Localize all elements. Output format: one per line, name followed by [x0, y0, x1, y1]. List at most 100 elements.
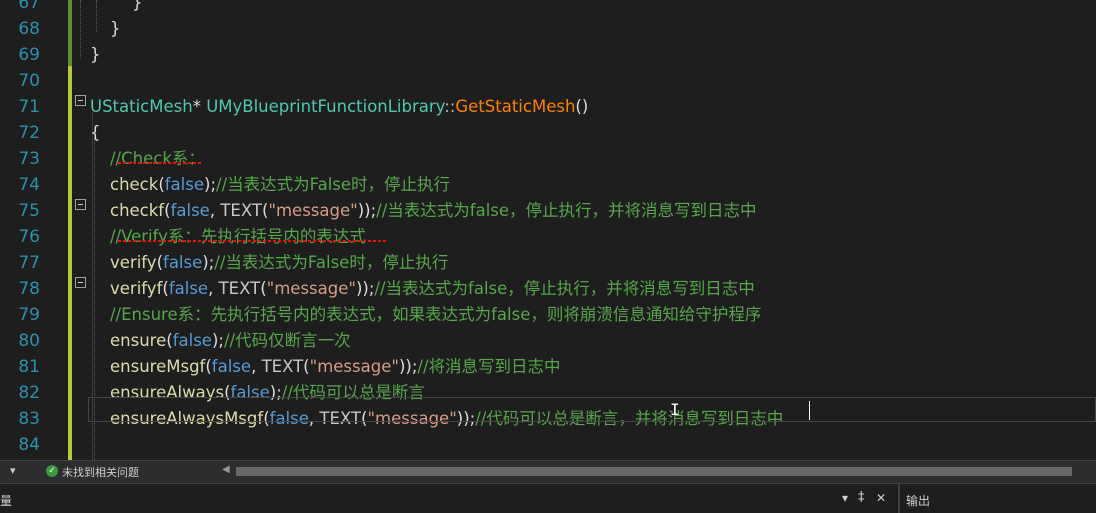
code-line[interactable]: 84 [0, 432, 1096, 458]
code-editor[interactable]: 67} 68} 69} 70 71 UStaticMesh* UMyBlueprintFu… [0, 0, 1096, 460]
code-text: } [132, 0, 143, 16]
code-token: } [110, 19, 121, 38]
line-number: 74 [18, 175, 40, 195]
pin-icon[interactable]: ‡ [858, 490, 865, 505]
line-number: 81 [18, 357, 40, 377]
code-token: )); [355, 279, 375, 298]
code-token: //当表达式为false，停止执行，并将消息写到日志中 [376, 201, 757, 220]
code-text: verifyf(false, TEXT("message"));//当表达式为f… [110, 276, 755, 302]
code-token: "message" [266, 279, 356, 298]
zoom-dropdown-icon[interactable]: ▾ [10, 464, 16, 477]
code-text: ensure(false);//代码仅断言一次 [110, 328, 351, 354]
code-token: { [90, 123, 101, 142]
code-text: { [90, 120, 101, 146]
code-token: ensure [110, 331, 167, 350]
code-token: TEXT [261, 357, 304, 376]
left-panel-title: 量 [0, 494, 13, 508]
issues-status-text[interactable]: 未找到相关问题 [62, 464, 139, 480]
line-number: 68 [18, 19, 40, 39]
code-token: TEXT [218, 279, 261, 298]
code-text: ensureMsgf(false, TEXT("message"));//将消息… [110, 354, 561, 380]
line-number: 76 [18, 227, 40, 247]
code-token: } [90, 45, 101, 64]
code-token: false [172, 331, 212, 350]
code-token: () [575, 97, 589, 116]
line-number: 67 [18, 0, 40, 13]
code-token: ); [204, 175, 217, 194]
horizontal-scrollbar[interactable] [236, 467, 1072, 476]
bottom-tool-panel: 量 ▾ ‡ ✕ 输出 [0, 483, 1096, 513]
code-line[interactable]: 71 UStaticMesh* UMyBlueprintFunctionLibra… [0, 94, 1096, 120]
code-token: false [163, 253, 203, 272]
collapse-icon[interactable] [75, 199, 86, 210]
code-token: TEXT [220, 201, 262, 220]
code-text: } [110, 16, 121, 42]
code-token: , [208, 279, 219, 298]
code-line[interactable]: 67} [0, 0, 1096, 16]
code-line[interactable]: 76 //Verify系：先执行括号内的表达式 [0, 224, 1096, 250]
line-number: 69 [18, 45, 40, 65]
code-text: } [90, 42, 101, 68]
collapse-icon[interactable] [75, 95, 86, 106]
code-token: false [168, 279, 209, 298]
code-line[interactable]: 74 check(false);//当表达式为False时，停止执行 [0, 172, 1096, 198]
code-token: //代码仅断言一次 [223, 331, 351, 350]
code-token: UStaticMesh [90, 97, 193, 116]
code-token: false [164, 175, 205, 194]
code-token: ); [202, 253, 215, 272]
close-icon[interactable]: ✕ [876, 491, 886, 505]
code-text: verify(false);//当表达式为False时，停止执行 [110, 250, 448, 276]
code-token: "message" [309, 357, 399, 376]
code-line[interactable]: 75 checkf(false, TEXT("message"));//当表达式为… [0, 198, 1096, 224]
code-token: , [209, 201, 221, 220]
code-line[interactable]: 68} [0, 16, 1096, 42]
editor-status-bar: ▾ ✓ 未找到相关问题 ◀ [0, 460, 1096, 483]
code-token: checkf [110, 201, 165, 220]
code-token: ); [211, 331, 224, 350]
code-line[interactable]: 70 [0, 68, 1096, 94]
error-squiggle [118, 240, 388, 242]
line-number: 71 [18, 97, 40, 117]
code-token: //当表达式为false，停止执行，并将消息写到日志中 [374, 279, 755, 298]
line-number: 72 [18, 123, 40, 143]
line-number: 77 [18, 253, 40, 273]
line-number: 80 [18, 331, 40, 351]
code-text: check(false);//当表达式为False时，停止执行 [110, 172, 450, 198]
code-line[interactable]: 81 ensureMsgf(false, TEXT("message"));//将… [0, 354, 1096, 380]
code-line[interactable]: 72 { [0, 120, 1096, 146]
code-line[interactable]: 79 //Ensure系：先执行括号内的表达式，如果表达式为false，则将崩溃信… [0, 302, 1096, 328]
code-token: * [192, 97, 207, 116]
line-number: 70 [18, 71, 40, 91]
code-token: verifyf [110, 279, 163, 298]
code-token: GetStaticMesh [455, 97, 576, 116]
line-number: 83 [18, 409, 40, 429]
code-line[interactable]: 77 verify(false);//当表达式为False时，停止执行 [0, 250, 1096, 276]
code-token: UMyBlueprintFunctionLibrary [206, 97, 445, 116]
line-number: 73 [18, 149, 40, 169]
line-number: 84 [18, 435, 40, 455]
collapse-icon[interactable] [75, 277, 86, 288]
panel-divider [898, 484, 900, 513]
code-line[interactable]: 78 verifyf(false, TEXT("message"));//当表达式… [0, 276, 1096, 302]
check-circle-icon: ✓ [46, 465, 58, 477]
code-token: )); [357, 201, 377, 220]
ibeam-cursor-icon: I [670, 400, 680, 419]
line-number: 78 [18, 279, 40, 299]
code-text: //Verify系：先执行括号内的表达式 [110, 224, 366, 250]
panel-dropdown-icon[interactable]: ▾ [842, 491, 848, 505]
code-token: , [251, 357, 262, 376]
code-token: )); [398, 357, 418, 376]
code-line[interactable]: 69} [0, 42, 1096, 68]
code-line[interactable]: 73 //Check系： [0, 146, 1096, 172]
code-token: } [132, 0, 143, 12]
code-text: //Ensure系：先执行括号内的表达式，如果表达式为false，则将崩溃信息通… [110, 302, 761, 328]
code-token: false [170, 201, 210, 220]
scroll-left-icon[interactable]: ◀ [222, 464, 230, 475]
code-text: UStaticMesh* UMyBlueprintFunctionLibrary… [90, 94, 588, 120]
code-token: //Verify系：先执行括号内的表达式 [110, 227, 366, 246]
code-token: //当表达式为False时，停止执行 [214, 253, 449, 272]
code-line[interactable]: 80 ensure(false);//代码仅断言一次 [0, 328, 1096, 354]
code-token: verify [110, 253, 157, 272]
code-token: //Check系： [110, 149, 205, 168]
current-line-highlight [88, 397, 1096, 422]
